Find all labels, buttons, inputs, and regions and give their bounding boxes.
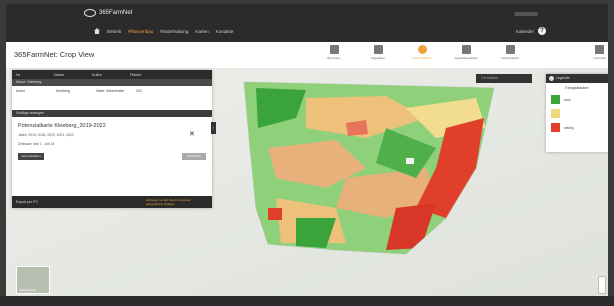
card-period: Zeitraum: Mai 1 - Juli 15 [18,142,55,146]
cell-size: 202 [136,89,142,93]
tool-feldvergleich[interactable]: Feldvergleich [488,45,532,60]
compare-icon [505,45,515,54]
legend-label: niedrig [564,125,574,130]
card-years: Jahre: 2019, 2018, 2020, 2021, 2022 [18,133,74,137]
legend-item [546,109,608,118]
main-nav: Betrieb Pflanzenbau Rinderhaltung Karten… [94,28,233,34]
nav-item-pflanzenbau[interactable]: Pflanzenbau [128,29,153,34]
nav-item-karten[interactable]: Karten [195,29,208,34]
calendar-link[interactable]: Kalender [516,29,534,34]
col-nr[interactable]: Nr. [16,73,54,77]
legend-label: hoch [564,97,571,102]
tool-label: Vegetation [370,56,386,60]
tool-label: Favoriten [593,56,606,60]
basemap-label: Satellitenbild [19,288,37,292]
logo-icon [84,9,96,17]
magnifier-icon [417,45,427,54]
grid-icon [461,45,471,54]
tool-biomasse[interactable]: Biomasse [312,45,356,60]
tool-vegetation[interactable]: Vegetation [356,45,400,60]
nav-item-kontakte[interactable]: Kontakte [216,29,234,34]
legend-item: hoch [546,95,608,104]
home-icon[interactable] [94,28,100,34]
tool-favoriten[interactable]: Favoriten [593,45,606,60]
col-flaeche[interactable]: Fläche [130,73,168,77]
tool-applikationskarte[interactable]: Applikationskarte [444,45,488,60]
legend-title[interactable]: Legende [546,74,608,83]
tool-label: Feldvergleich [501,56,519,60]
basemap-switcher[interactable]: Satellitenbild [16,266,50,294]
app-window: 365FarmNet Betrieb Pflanzenbau Rinderhal… [6,4,608,300]
search-input[interactable]: Ort suchen [476,74,532,83]
potential-zones [244,82,494,254]
map-legend: Legende Ertragsklassen hoch niedrig [546,74,608,152]
page-title: 365FarmNet: Crop View [14,50,95,59]
legend-swatch-high [551,95,560,104]
download-button[interactable]: Herunterladen [18,153,44,160]
table-row[interactable]: Acker Kleeberg Hafer, Winterhafer 202 [12,86,212,104]
tool-label: Applikationskarte [454,56,478,60]
legend-subtitle: Ertragsklassen [565,86,589,90]
bottom-bar [0,296,614,306]
card-title: Potenzialkarte Kleeberg_2019-2022 [18,123,106,129]
field-panel: Nr. Name Kultur Fläche Name: Kleeberg Ac… [12,70,212,208]
brand-logo[interactable]: 365FarmNet [84,9,132,17]
nav-item-rinderhaltung[interactable]: Rinderhaltung [160,29,188,34]
user-account[interactable] [514,12,538,16]
col-kultur[interactable]: Kultur [92,73,130,77]
cell-crop: Hafer, Winterhafer [96,89,125,93]
export-link[interactable]: Export per PC [16,200,38,204]
tool-label: Potenzialkarte [412,56,432,60]
plant-icon [373,45,383,54]
save-button[interactable]: Speichern [182,153,206,160]
show-fields-toggle[interactable]: Schläge anzeigen [12,110,212,117]
bars-icon [329,45,339,54]
star-icon [595,45,605,54]
nav-item-betrieb[interactable]: Betrieb [107,29,121,34]
panel-footer: Export per PC Achtung: nur auf Ihrem Com… [12,196,212,208]
legend-swatch-mid [551,109,560,118]
app-header: 365FarmNet: Crop View Biomasse Vegetatio… [6,42,608,69]
legend-item: niedrig [546,123,608,132]
help-icon[interactable]: ? [538,27,546,35]
potential-map-card: Potenzialkarte Kleeberg_2019-2022 Jahre:… [12,117,212,160]
collapse-panel-icon[interactable]: ‹ [211,122,216,134]
zoom-handle[interactable] [598,276,606,294]
top-navigation: 365FarmNet Betrieb Pflanzenbau Rinderhal… [6,4,608,42]
export-warning: Achtung: nur auf Ihrem Computer gespeich… [146,198,191,206]
table-filter[interactable]: Name: Kleeberg [12,79,212,86]
tool-potenzialkarte[interactable]: Potenzialkarte [400,45,444,60]
tool-label: Biomasse [327,56,341,60]
cell-type: Acker [16,89,25,93]
close-icon[interactable]: ✕ [189,130,195,138]
toolbar: Biomasse Vegetation Potenzialkarte Appli… [312,45,532,60]
cell-name: Kleeberg [56,89,71,93]
legend-swatch-low [551,123,560,132]
brand-name: 365FarmNet [99,10,133,16]
table-header: Nr. Name Kultur Fläche [12,70,212,79]
col-name[interactable]: Name [54,73,92,77]
